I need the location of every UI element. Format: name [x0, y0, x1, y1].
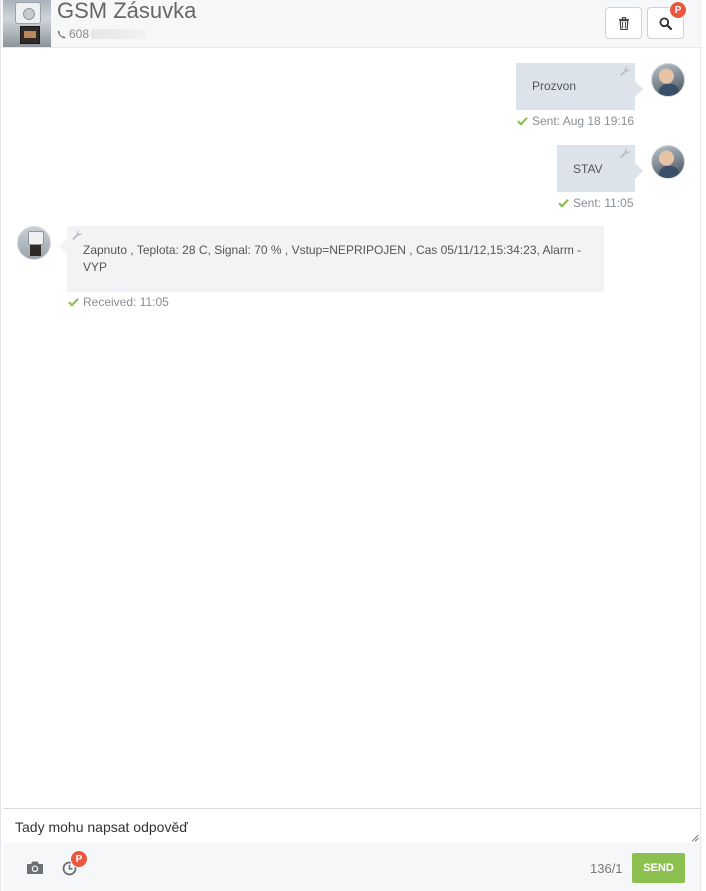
search-icon — [659, 17, 672, 30]
check-icon — [68, 298, 79, 307]
character-counter: 136/1 — [590, 861, 623, 876]
message-text: STAV — [573, 162, 603, 176]
check-icon — [558, 199, 569, 208]
conversation-header: GSM Zásuvka 608 P — [1, 0, 702, 48]
contact-name: GSM Zásuvka — [57, 0, 197, 23]
delete-conversation-button[interactable] — [605, 7, 642, 39]
schedule-notification-badge[interactable]: P — [70, 850, 88, 868]
wrench-icon[interactable] — [72, 230, 83, 241]
contact-avatar[interactable] — [17, 226, 51, 260]
message-status-label: Received: 11:05 — [83, 295, 169, 309]
message-text: Prozvon — [532, 79, 577, 93]
message-status: Sent: 11:05 — [558, 196, 634, 210]
search-notification-badge[interactable]: P — [669, 1, 687, 19]
message-bubble-incoming[interactable]: Zapnuto , Teplota: 28 C, Signal: 70 % , … — [59, 226, 604, 292]
camera-icon[interactable] — [26, 860, 44, 875]
phone-redacted — [91, 29, 147, 39]
contact-photo[interactable] — [3, 0, 51, 47]
sender-avatar[interactable] — [651, 63, 685, 97]
contact-phone: 608 — [57, 27, 147, 41]
message-status: Sent: Aug 18 19:16 — [517, 114, 634, 128]
message-status-label: Sent: Aug 18 19:16 — [532, 114, 635, 128]
trash-icon — [618, 16, 629, 30]
message-bubble-outgoing[interactable]: Prozvon — [516, 63, 643, 110]
message-status-label: Sent: 11:05 — [573, 196, 634, 210]
check-icon — [517, 117, 528, 126]
composer-toolbar: P 136/1 SEND — [3, 843, 700, 891]
conversation-panel: GSM Zásuvka 608 P Prozvon Sent: Aug 18 1… — [0, 0, 702, 891]
resize-grip-icon[interactable] — [691, 834, 699, 842]
sender-avatar[interactable] — [651, 145, 685, 179]
phone-icon — [57, 30, 66, 39]
wrench-icon[interactable] — [620, 66, 631, 77]
message-bubble-outgoing[interactable]: STAV — [557, 145, 643, 192]
message-status: Received: 11:05 — [68, 295, 169, 309]
send-button[interactable]: SEND — [632, 853, 685, 883]
message-composer: Tady mohu napsat odpověď — [3, 808, 700, 843]
message-text: Zapnuto , Teplota: 28 C, Signal: 70 % , … — [83, 243, 582, 274]
contact-phone-number: 608 — [69, 27, 90, 41]
wrench-icon[interactable] — [620, 148, 631, 159]
message-input[interactable]: Tady mohu napsat odpověď — [3, 809, 700, 843]
